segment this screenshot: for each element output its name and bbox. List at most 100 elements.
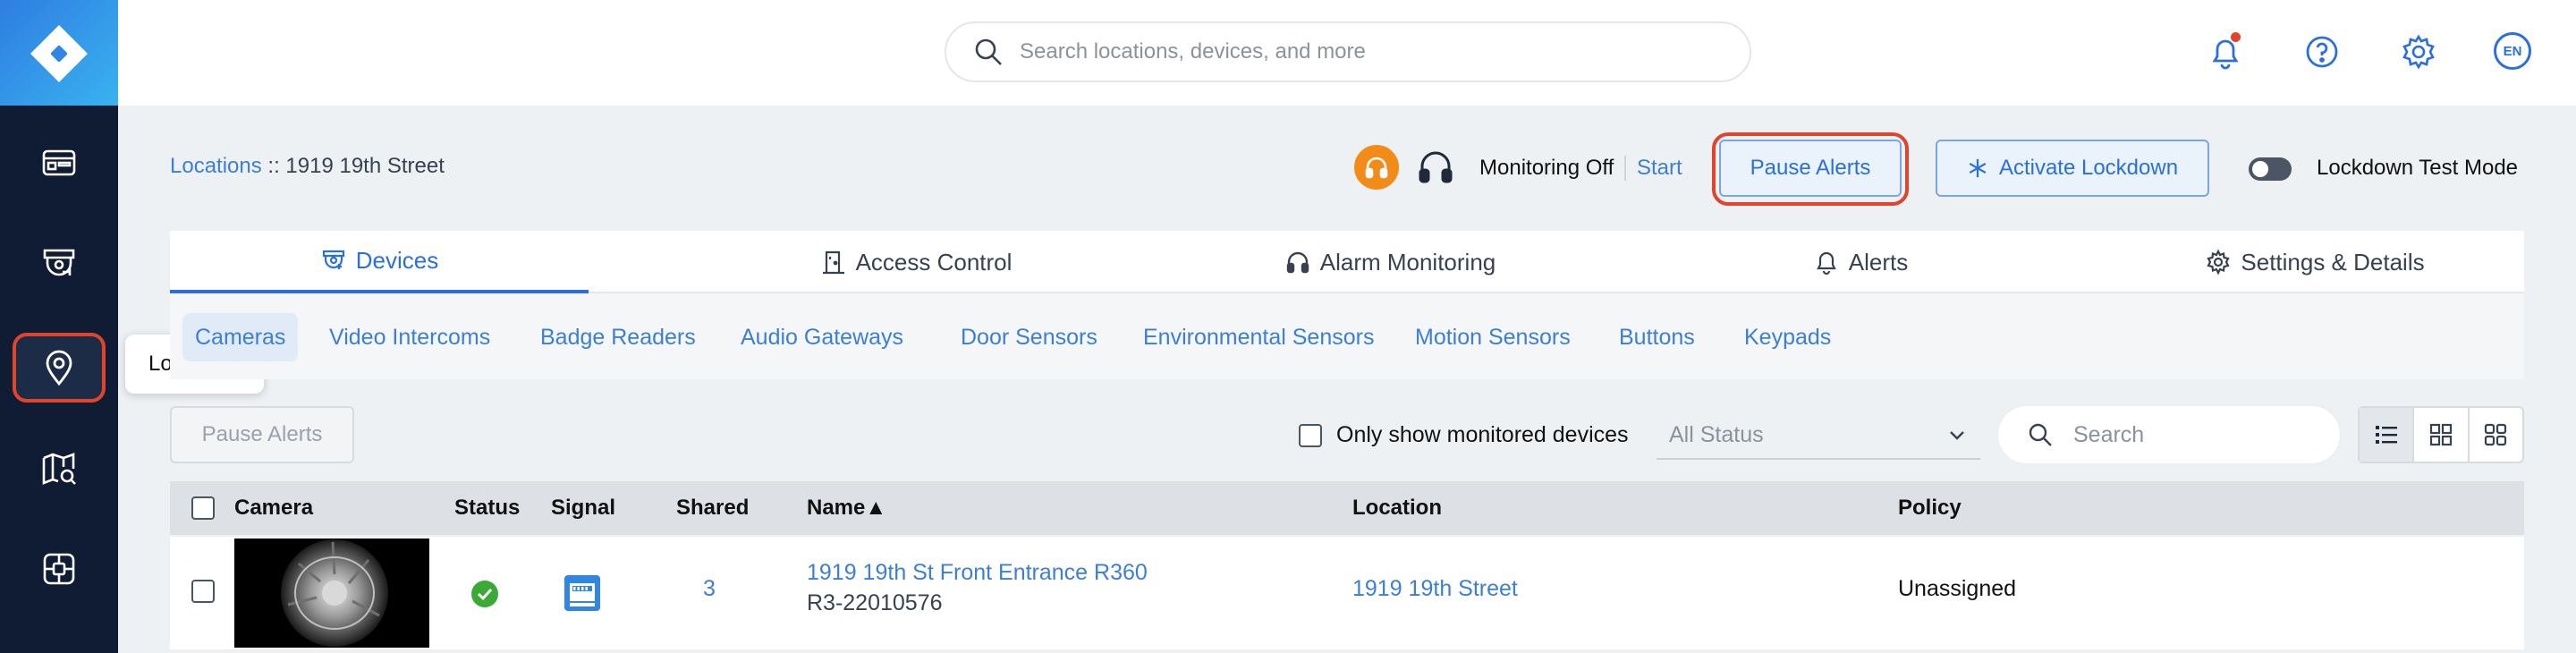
list-view-icon: [2375, 426, 2397, 444]
column-policy[interactable]: Policy: [1898, 481, 1962, 535]
headset-icon: [1286, 251, 1309, 274]
column-name[interactable]: Name▲: [807, 481, 886, 535]
tab-alarm-monitoring[interactable]: Alarm Monitoring: [1181, 231, 1599, 293]
tab-label: Access Control: [855, 248, 1013, 276]
device-serial: R3-22010576: [807, 590, 943, 615]
device-policy: Unassigned: [1898, 576, 2017, 601]
main-tabs: Devices Access Control Alarm Monitoring …: [170, 231, 2524, 293]
activate-lockdown-label: Activate Lockdown: [1998, 156, 2179, 180]
column-signal[interactable]: Signal: [551, 481, 615, 535]
only-monitored-label: Only show monitored devices: [1336, 422, 1629, 447]
sidebar-item-dashboard[interactable]: [13, 127, 106, 199]
table-header: Camera Status Signal Shared Name▲ Locati…: [170, 481, 2524, 535]
activate-lockdown-button[interactable]: Activate Lockdown: [1936, 140, 2209, 197]
headset-icon: [1365, 157, 1388, 179]
sidebar-item-cameras[interactable]: [13, 227, 106, 299]
column-shared[interactable]: Shared: [676, 481, 749, 535]
global-search-input[interactable]: Search locations, devices, and more: [945, 21, 1751, 82]
logo-icon: [30, 25, 88, 82]
device-search-input[interactable]: Search: [1996, 404, 2342, 465]
pause-alerts-button[interactable]: Pause Alerts: [1719, 140, 1902, 197]
chevron-down-icon: [1950, 431, 1964, 440]
camera-icon: [322, 250, 344, 269]
breadcrumb-link-locations[interactable]: Locations: [170, 154, 262, 178]
view-toggle: [2358, 406, 2524, 463]
signal-cell: [564, 574, 601, 612]
language-selector[interactable]: EN: [2494, 32, 2531, 70]
headset-icon[interactable]: [1415, 147, 1456, 188]
map-search-icon: [42, 453, 76, 485]
status-ok-icon: [471, 581, 498, 607]
device-name-link[interactable]: 1919 19th St Front Entrance R360: [807, 560, 1148, 586]
monitoring-status-icon: [1354, 145, 1399, 190]
sidebar-item-devices[interactable]: [13, 533, 106, 605]
column-camera[interactable]: Camera: [234, 481, 313, 535]
search-icon: [2029, 423, 2052, 446]
device-location-link[interactable]: 1919 19th Street: [1352, 576, 1518, 602]
sidebar-item-maps[interactable]: [13, 433, 106, 505]
only-monitored-filter[interactable]: Only show monitored devices: [1299, 422, 1629, 448]
top-header: Search locations, devices, and more EN: [118, 0, 2576, 106]
fisheye-preview-image: [234, 539, 429, 648]
table-row[interactable]: 3 1919 19th St Front Entrance R360 R3-22…: [170, 537, 2524, 649]
cameras-icon: [43, 249, 75, 276]
gear-icon: [2207, 249, 2231, 276]
ethernet-icon: [564, 575, 600, 611]
location-pin-icon: [46, 350, 72, 386]
search-icon: [975, 38, 1002, 65]
divider: [1624, 156, 1626, 181]
settings-gear-icon[interactable]: [2399, 32, 2438, 72]
subtab-motion-sensors[interactable]: Motion Sensors: [1402, 313, 1583, 361]
select-all-checkbox[interactable]: [191, 496, 215, 520]
sidebar: [0, 0, 118, 653]
grid-view-icon: [2429, 423, 2453, 446]
tab-label: Alarm Monitoring: [1319, 248, 1496, 276]
device-search-placeholder: Search: [2073, 421, 2145, 447]
tab-label: Alerts: [1848, 248, 1909, 276]
tab-access-control[interactable]: Access Control: [707, 231, 1125, 293]
sidebar-item-locations[interactable]: [13, 333, 106, 403]
tab-alerts[interactable]: Alerts: [1651, 231, 2070, 293]
grid-view-button[interactable]: [2414, 408, 2470, 462]
subtab-keypads[interactable]: Keypads: [1732, 313, 1843, 361]
bell-icon: [1816, 251, 1836, 276]
select-all-checkbox-cell[interactable]: [191, 481, 215, 535]
subtab-buttons[interactable]: Buttons: [1606, 313, 1707, 361]
breadcrumb: Locations :: 1919 19th Street: [170, 154, 445, 179]
only-monitored-checkbox[interactable]: [1299, 423, 1322, 447]
subtab-audio-gateways[interactable]: Audio Gateways: [728, 313, 916, 361]
row-checkbox-cell[interactable]: [191, 580, 215, 603]
shared-count-link[interactable]: 3: [703, 576, 716, 602]
start-monitoring-link[interactable]: Start: [1637, 156, 1682, 181]
dashboard-icon: [42, 149, 76, 176]
breadcrumb-current: 1919 19th Street: [285, 154, 445, 178]
tab-devices[interactable]: Devices: [170, 231, 589, 293]
device-type-subtabs: Cameras Video Intercoms Badge Readers Au…: [170, 293, 2524, 379]
row-checkbox[interactable]: [191, 580, 215, 603]
notification-dot: [2231, 32, 2241, 42]
app-logo[interactable]: [0, 0, 118, 106]
bulk-pause-alerts-button[interactable]: Pause Alerts: [170, 406, 354, 463]
column-status[interactable]: Status: [454, 481, 520, 535]
lockdown-test-mode-toggle[interactable]: [2249, 157, 2292, 181]
asterisk-icon: [1969, 158, 1987, 178]
status-select-value: All Status: [1669, 421, 1764, 447]
door-icon: [822, 250, 844, 275]
subtab-environmental-sensors[interactable]: Environmental Sensors: [1131, 313, 1386, 361]
list-view-button[interactable]: [2360, 408, 2415, 462]
help-icon[interactable]: [2302, 32, 2342, 72]
subtab-video-intercoms[interactable]: Video Intercoms: [317, 313, 503, 361]
lockdown-test-mode-label: Lockdown Test Mode: [2317, 156, 2519, 180]
large-grid-view-button[interactable]: [2470, 408, 2522, 462]
status-cell: [470, 580, 499, 608]
tab-label: Devices: [355, 246, 439, 274]
subtab-badge-readers[interactable]: Badge Readers: [528, 313, 708, 361]
tab-label: Settings & Details: [2241, 248, 2425, 276]
camera-thumbnail[interactable]: [234, 539, 429, 648]
subtab-cameras[interactable]: Cameras: [182, 313, 299, 361]
device-grid-icon: [43, 553, 75, 585]
column-location[interactable]: Location: [1352, 481, 1442, 535]
status-select[interactable]: All Status: [1657, 411, 1980, 460]
subtab-door-sensors[interactable]: Door Sensors: [948, 313, 1110, 361]
tab-settings-details[interactable]: Settings & Details: [2106, 231, 2524, 293]
